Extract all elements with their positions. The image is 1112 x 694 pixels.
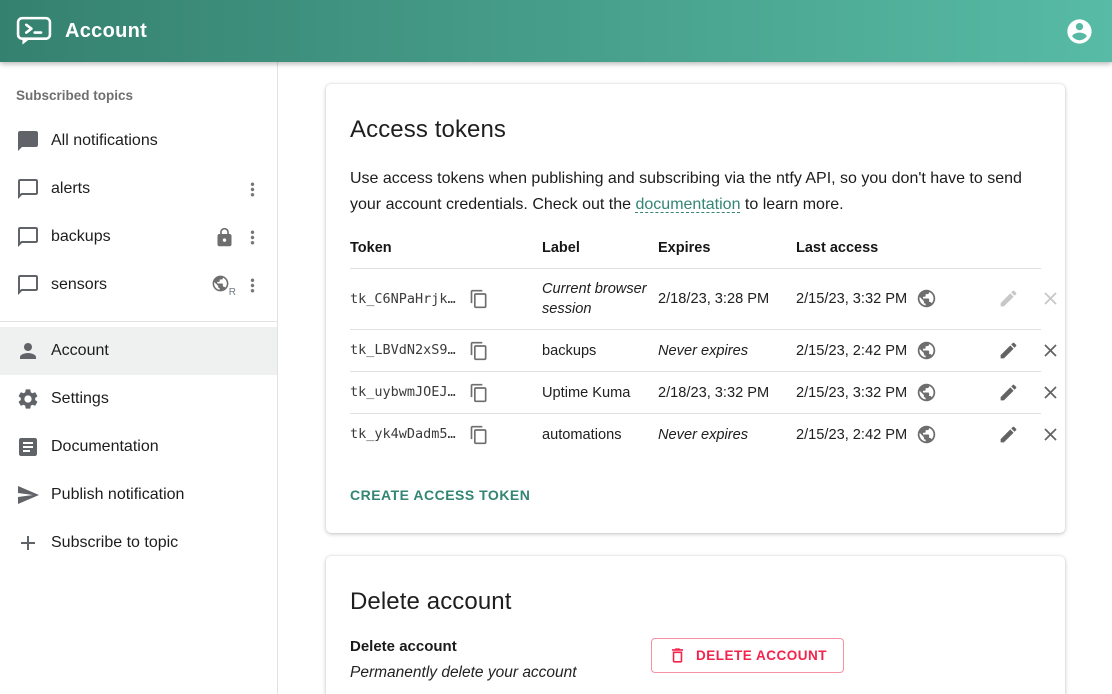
copy-icon[interactable]	[469, 383, 489, 403]
reserved-marker: R	[229, 287, 236, 298]
copy-icon[interactable]	[469, 425, 489, 445]
more-vert-icon[interactable]	[242, 179, 263, 200]
delete-account-card: Delete account Delete account Permanentl…	[326, 556, 1065, 694]
nav-label: Settings	[51, 390, 263, 408]
delete-account-button-label: DELETE ACCOUNT	[696, 648, 827, 663]
main-content: Access tokens Use access tokens when pub…	[279, 62, 1112, 694]
chat-bubble-outline-icon	[16, 177, 40, 201]
subscribed-topics-label: Subscribed topics	[0, 76, 277, 117]
sidebar: Subscribed topics All notifications aler…	[0, 62, 278, 694]
token-label: Current browser session	[542, 269, 658, 329]
lock-icon	[214, 227, 235, 248]
delete-token-icon[interactable]	[1040, 424, 1061, 445]
token-value: tk_uybwmJOEJ…	[350, 383, 456, 402]
more-vert-icon[interactable]	[242, 227, 263, 248]
copy-icon[interactable]	[469, 341, 489, 361]
send-icon	[16, 483, 40, 507]
nav-label: Account	[51, 342, 263, 360]
token-expires: Never expires	[658, 415, 796, 455]
sidebar-item-alerts[interactable]: alerts	[0, 165, 277, 213]
token-table-row: tk_uybwmJOEJ… Uptime Kuma 2/18/23, 3:32 …	[350, 372, 1041, 414]
nav-label: Documentation	[51, 438, 263, 456]
topic-label: alerts	[51, 180, 231, 198]
token-expires: 2/18/23, 3:28 PM	[658, 279, 796, 319]
delete-account-title: Delete account	[350, 588, 1041, 616]
sidebar-item-sensors[interactable]: sensors R	[0, 261, 277, 309]
sidebar-item-all-notifications[interactable]: All notifications	[0, 117, 277, 165]
token-expires: Never expires	[658, 331, 796, 371]
token-table-row: tk_LBVdN2xS9… backups Never expires 2/15…	[350, 330, 1041, 372]
globe-icon	[916, 288, 937, 309]
access-tokens-card: Access tokens Use access tokens when pub…	[326, 84, 1065, 533]
token-label: backups	[542, 331, 658, 371]
delete-account-button[interactable]: DELETE ACCOUNT	[651, 638, 844, 673]
documentation-link[interactable]: documentation	[636, 196, 741, 213]
token-table-header: Token Label Expires Last access	[350, 232, 1041, 269]
delete-account-row: Delete account Permanently delete your a…	[350, 638, 1041, 682]
ntfy-logo-icon	[16, 15, 52, 47]
create-access-token-button[interactable]: CREATE ACCESS TOKEN	[350, 479, 538, 509]
sidebar-item-account[interactable]: Account	[0, 327, 277, 375]
token-value: tk_C6NPaHrjk…	[350, 290, 456, 309]
token-table-row: tk_yk4wDadm5… automations Never expires …	[350, 414, 1041, 455]
page-title: Account	[65, 20, 147, 43]
app-bar: Account	[0, 0, 1112, 62]
globe-icon	[916, 382, 937, 403]
globe-icon	[916, 340, 937, 361]
trash-icon	[668, 646, 687, 665]
sidebar-divider	[0, 321, 277, 322]
token-last-access: 2/15/23, 3:32 PM	[796, 289, 907, 309]
delete-token-icon[interactable]	[1040, 382, 1061, 403]
copy-icon[interactable]	[469, 289, 489, 309]
edit-token-icon	[998, 288, 1019, 309]
access-tokens-title: Access tokens	[350, 116, 1041, 144]
access-tokens-description: Use access tokens when publishing and su…	[350, 166, 1041, 218]
nav-label: Subscribe to topic	[51, 534, 263, 552]
person-icon	[16, 339, 40, 363]
column-header-token: Token	[350, 232, 542, 268]
description-text: to learn more.	[740, 196, 843, 213]
token-value: tk_yk4wDadm5…	[350, 425, 456, 444]
delete-account-section-title: Delete account	[350, 638, 651, 655]
edit-token-icon[interactable]	[998, 382, 1019, 403]
sidebar-item-publish-notification[interactable]: Publish notification	[0, 471, 277, 519]
token-label: automations	[542, 415, 658, 455]
token-last-access: 2/15/23, 2:42 PM	[796, 341, 907, 361]
sidebar-item-subscribe-to-topic[interactable]: Subscribe to topic	[0, 519, 277, 567]
topic-label: sensors	[51, 276, 200, 294]
token-table: Token Label Expires Last access tk_C6NPa…	[350, 232, 1041, 455]
column-header-label: Label	[542, 232, 658, 268]
nav-label: Publish notification	[51, 486, 263, 504]
edit-token-icon[interactable]	[998, 424, 1019, 445]
sidebar-item-backups[interactable]: backups	[0, 213, 277, 261]
topic-label: All notifications	[51, 132, 263, 150]
delete-token-icon	[1040, 288, 1061, 309]
edit-token-icon[interactable]	[998, 340, 1019, 361]
token-last-access: 2/15/23, 2:42 PM	[796, 425, 907, 445]
delete-token-icon[interactable]	[1040, 340, 1061, 361]
gear-icon	[16, 387, 40, 411]
delete-account-section-subtitle: Permanently delete your account	[350, 664, 651, 682]
more-vert-icon[interactable]	[242, 275, 263, 296]
topic-label: backups	[51, 228, 203, 246]
chat-bubble-filled-icon	[16, 129, 40, 153]
chat-bubble-outline-icon	[16, 273, 40, 297]
token-last-access: 2/15/23, 3:32 PM	[796, 383, 907, 403]
reserved-topic-globe-icon: R	[211, 274, 235, 296]
chat-bubble-outline-icon	[16, 225, 40, 249]
account-menu-button[interactable]	[1065, 17, 1094, 46]
globe-icon	[916, 424, 937, 445]
sidebar-item-settings[interactable]: Settings	[0, 375, 277, 423]
column-header-expires: Expires	[658, 232, 796, 268]
plus-icon	[16, 531, 40, 555]
article-icon	[16, 435, 40, 459]
token-value: tk_LBVdN2xS9…	[350, 341, 456, 360]
account-circle-icon	[1065, 17, 1094, 46]
token-table-row: tk_C6NPaHrjk… Current browser session 2/…	[350, 269, 1041, 330]
column-header-last-access: Last access	[796, 232, 998, 268]
sidebar-item-documentation[interactable]: Documentation	[0, 423, 277, 471]
column-header-actions	[998, 240, 1041, 260]
token-expires: 2/18/23, 3:32 PM	[658, 373, 796, 413]
token-label: Uptime Kuma	[542, 373, 658, 413]
